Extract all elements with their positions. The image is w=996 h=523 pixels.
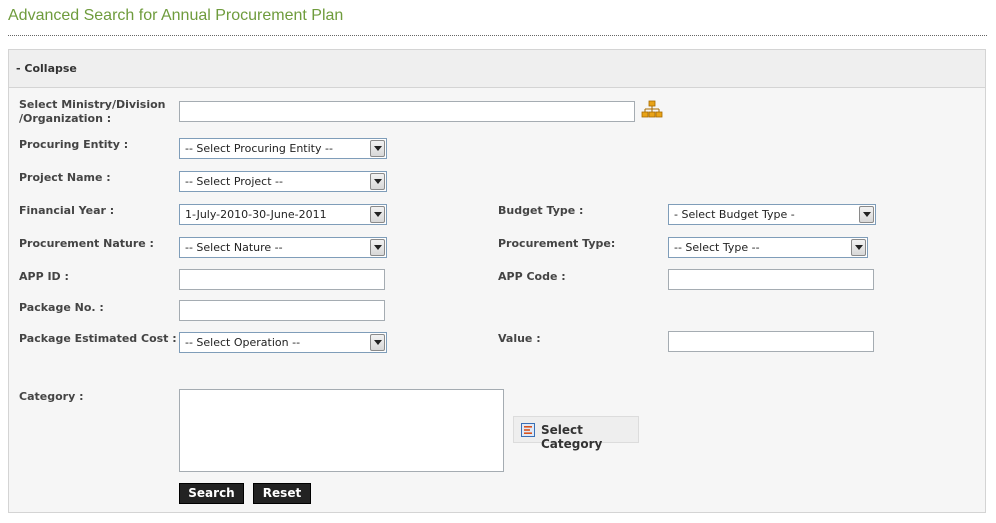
chevron-down-icon [370,140,385,157]
chevron-down-icon [859,206,874,223]
page-title: Advanced Search for Annual Procurement P… [8,7,344,24]
project-name-label: Project Name : [19,171,111,184]
reset-button[interactable]: Reset [253,483,311,504]
ministry-label: Select Ministry/Division /Organization : [19,98,166,125]
financial-year-value: 1-July-2010-30-June-2011 [185,208,327,221]
title-divider [8,35,987,36]
procuring-entity-select[interactable]: -- Select Procuring Entity -- [179,138,387,159]
budget-type-select[interactable]: - Select Budget Type - [668,204,876,225]
select-category-button[interactable]: Select Category [513,416,639,451]
package-no-input[interactable] [179,300,385,321]
budget-type-value: - Select Budget Type - [674,208,795,221]
org-tree-icon[interactable] [641,99,663,121]
project-value: -- Select Project -- [185,175,283,188]
value-input[interactable] [668,331,874,352]
package-cost-operation-select[interactable]: -- Select Operation -- [179,332,387,353]
collapse-toggle[interactable]: - Collapse [16,62,77,75]
project-select[interactable]: -- Select Project -- [179,171,387,192]
procurement-type-select[interactable]: -- Select Type -- [668,237,868,258]
procuring-entity-label: Procuring Entity : [19,138,129,151]
chevron-down-icon [851,239,866,256]
search-panel: - Collapse Select Ministry/Division /Org… [8,49,986,513]
budget-type-label: Budget Type : [498,204,584,217]
package-cost-operation-value: -- Select Operation -- [185,336,301,349]
procurement-type-value: -- Select Type -- [674,241,760,254]
ministry-input[interactable] [179,101,635,122]
procurement-nature-value: -- Select Nature -- [185,241,283,254]
chevron-down-icon [370,239,385,256]
procurement-nature-select[interactable]: -- Select Nature -- [179,237,387,258]
category-textarea[interactable] [179,389,504,472]
chevron-down-icon [370,334,385,351]
select-category-label: Select Category [541,423,603,451]
chevron-down-icon [370,173,385,190]
app-id-input[interactable] [179,269,385,290]
value-label: Value : [498,332,541,345]
procurement-type-label: Procurement Type: [498,237,616,250]
category-label: Category : [19,390,84,403]
chevron-down-icon [370,206,385,223]
app-id-label: APP ID : [19,270,69,283]
panel-header: - Collapse [9,50,985,88]
search-button[interactable]: Search [179,483,244,504]
procuring-entity-value: -- Select Procuring Entity -- [185,142,333,155]
package-cost-label: Package Estimated Cost : [19,332,177,345]
app-code-label: APP Code : [498,270,566,283]
financial-year-select[interactable]: 1-July-2010-30-June-2011 [179,204,387,225]
package-no-label: Package No. : [19,301,104,314]
category-picker-icon [521,423,535,437]
procurement-nature-label: Procurement Nature : [19,237,154,250]
financial-year-label: Financial Year : [19,204,115,217]
app-code-input[interactable] [668,269,874,290]
